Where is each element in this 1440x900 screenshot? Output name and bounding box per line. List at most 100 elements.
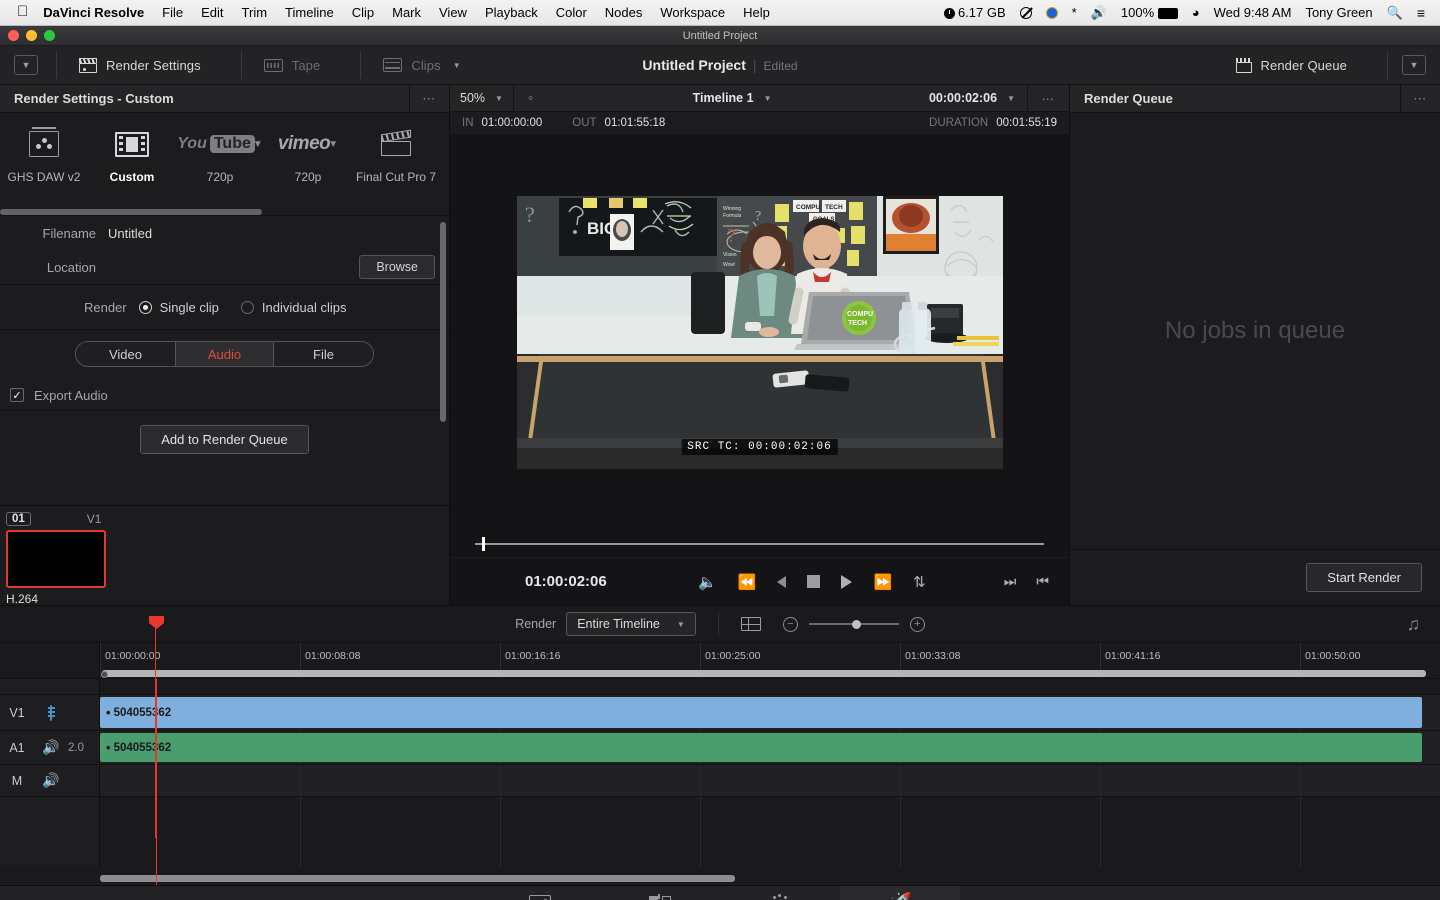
radio-individual-clips[interactable] xyxy=(241,301,254,314)
play-reverse-button[interactable] xyxy=(777,576,786,588)
menu-app-name[interactable]: DaVinci Resolve xyxy=(39,5,153,20)
render-queue-toggle[interactable]: Render Queue xyxy=(1214,46,1369,85)
preset-vimeo-720p[interactable]: vimeo▼ 720p xyxy=(264,127,352,184)
in-value[interactable]: 01:00:00:00 xyxy=(482,117,543,129)
page-tab-color[interactable]: Color xyxy=(720,886,840,900)
clock-label[interactable]: Wed 9:48 AM xyxy=(1207,5,1299,20)
menu-file[interactable]: File xyxy=(153,5,192,20)
scrub-track[interactable] xyxy=(475,543,1044,545)
radio-individual-clips-label[interactable]: Individual clips xyxy=(262,300,347,315)
prev-marker-button[interactable]: ⏮ xyxy=(1036,573,1049,590)
timeline-playhead[interactable] xyxy=(156,679,157,885)
timeline-clip-a1[interactable]: •504055362 xyxy=(100,733,1422,762)
tab-tape[interactable]: Tape xyxy=(242,46,343,85)
menu-timeline[interactable]: Timeline xyxy=(276,5,343,20)
ruler-body[interactable]: 01:00:00:00 01:00:08:08 01:00:16:16 01:0… xyxy=(100,643,1440,678)
chevron-down-icon[interactable]: ▼ xyxy=(253,139,263,150)
menu-playback[interactable]: Playback xyxy=(476,5,547,20)
page-tab-deliver[interactable]: 🚀 Deliver xyxy=(840,886,960,900)
memory-status[interactable]: 6.17 GB xyxy=(937,5,1013,20)
stop-button[interactable] xyxy=(807,575,820,588)
track-header-a1[interactable]: A1 🔊 2.0 xyxy=(0,731,100,764)
zoom-out-button[interactable]: − xyxy=(783,617,798,632)
speaker-icon[interactable]: 🔊 xyxy=(42,739,59,755)
track-view-icon[interactable] xyxy=(741,617,761,631)
menu-clip[interactable]: Clip xyxy=(343,5,383,20)
dropbox-icon[interactable] xyxy=(1039,5,1065,20)
filename-input[interactable]: Untitled xyxy=(108,226,152,241)
radio-single-clip[interactable] xyxy=(139,301,152,314)
menu-mark[interactable]: Mark xyxy=(383,5,430,20)
track-header-v1[interactable]: V1 xyxy=(0,695,100,730)
right-panel-toggle[interactable]: ▼ xyxy=(1402,55,1426,75)
do-not-disturb-icon[interactable] xyxy=(1013,5,1039,20)
next-marker-button[interactable]: ⏭ xyxy=(1004,573,1017,590)
tab-render-settings[interactable]: Render Settings xyxy=(57,46,223,85)
add-to-render-queue-button[interactable]: Add to Render Queue xyxy=(140,425,308,454)
chevron-down-icon[interactable]: ▼ xyxy=(328,139,338,150)
tab-video[interactable]: Video xyxy=(76,342,175,366)
track-body-m[interactable] xyxy=(100,765,1440,796)
loop-icon[interactable]: ⇅ xyxy=(913,573,926,591)
radio-single-clip-label[interactable]: Single clip xyxy=(160,300,219,315)
window-traffic-lights[interactable] xyxy=(8,30,55,41)
preset-youtube-720p[interactable]: YouTube▼ 720p xyxy=(176,127,264,184)
scrub-playhead[interactable] xyxy=(482,537,485,551)
search-icon[interactable]: 🔍 xyxy=(1380,5,1410,21)
viewer-canvas[interactable]: BIG WinningFormula xyxy=(450,134,1069,531)
zoom-in-button[interactable]: + xyxy=(910,617,925,632)
timeline-bottom-scrollbar[interactable] xyxy=(100,875,735,882)
timeline-horizontal-scrollbar[interactable] xyxy=(102,670,1426,677)
scrub-bar[interactable] xyxy=(450,531,1069,557)
page-tab-media[interactable]: Media xyxy=(480,886,600,900)
chevron-down-icon[interactable]: ▼ xyxy=(453,61,461,70)
export-audio-checkbox[interactable]: ✓ xyxy=(10,388,24,402)
menu-color[interactable]: Color xyxy=(547,5,596,20)
job-thumbnail[interactable] xyxy=(6,530,106,588)
speaker-icon[interactable]: 🔊 xyxy=(42,772,59,788)
apple-logo-icon[interactable]:  xyxy=(8,4,39,21)
zoom-selector[interactable]: 50% ▼ xyxy=(450,85,514,111)
export-audio-row[interactable]: ✓ Export Audio xyxy=(0,380,449,410)
jump-to-start-button[interactable]: ⏪ xyxy=(738,573,757,591)
maximize-button[interactable] xyxy=(44,30,55,41)
tab-clips[interactable]: Clips ▼ xyxy=(361,46,482,85)
menu-view[interactable]: View xyxy=(430,5,476,20)
settings-scrollbar[interactable] xyxy=(440,222,446,422)
timeline-selector[interactable]: Timeline 1 ▼ xyxy=(535,91,929,105)
render-range-select[interactable]: Entire Timeline ▼ xyxy=(566,612,696,636)
control-center-icon[interactable]: ≡ xyxy=(1410,5,1432,21)
volume-icon[interactable]: 🔊 xyxy=(1084,5,1114,21)
menu-help[interactable]: Help xyxy=(734,5,779,20)
panel-toggle-button[interactable]: ▼ xyxy=(14,55,38,75)
user-name[interactable]: Tony Green xyxy=(1298,5,1379,20)
viewer-options-button[interactable]: ⋯ xyxy=(1027,85,1069,111)
page-tab-edit[interactable]: Edit xyxy=(600,886,720,900)
mute-icon[interactable]: 🔈 xyxy=(698,573,717,591)
start-render-button[interactable]: Start Render xyxy=(1306,563,1422,592)
zoom-slider[interactable] xyxy=(809,623,899,625)
menu-trim[interactable]: Trim xyxy=(233,5,277,20)
viewer-timecode-group[interactable]: 00:00:02:06 ▼ xyxy=(929,91,1027,105)
preset-ghs-daw[interactable]: GHS DAW v2 xyxy=(0,127,88,184)
timeline-clip-v1[interactable]: •504055362 xyxy=(100,697,1422,728)
battery-status[interactable]: 100% xyxy=(1114,5,1185,20)
out-value[interactable]: 01:01:55:18 xyxy=(605,117,666,129)
track-body-v1[interactable]: •504055362 xyxy=(100,695,1440,730)
tab-audio[interactable]: Audio xyxy=(175,342,274,366)
browse-button[interactable]: Browse xyxy=(359,255,435,279)
render-settings-options-button[interactable]: ⋯ xyxy=(409,85,449,112)
render-queue-options-button[interactable]: ⋯ xyxy=(1400,85,1440,112)
menu-workspace[interactable]: Workspace xyxy=(651,5,734,20)
minimize-button[interactable] xyxy=(26,30,37,41)
close-button[interactable] xyxy=(8,30,19,41)
preset-final-cut-pro-7[interactable]: Final Cut Pro 7 xyxy=(352,127,440,184)
wifi-icon[interactable]: ◕ xyxy=(1185,5,1207,20)
bluetooth-icon[interactable]: * xyxy=(1065,5,1084,20)
track-header-m[interactable]: M 🔊 xyxy=(0,765,100,796)
menu-edit[interactable]: Edit xyxy=(192,5,232,20)
tab-file[interactable]: File xyxy=(274,342,373,366)
track-body-a1[interactable]: •504055362 xyxy=(100,731,1440,764)
jump-to-end-button[interactable]: ⏩ xyxy=(873,573,892,591)
menu-nodes[interactable]: Nodes xyxy=(596,5,652,20)
